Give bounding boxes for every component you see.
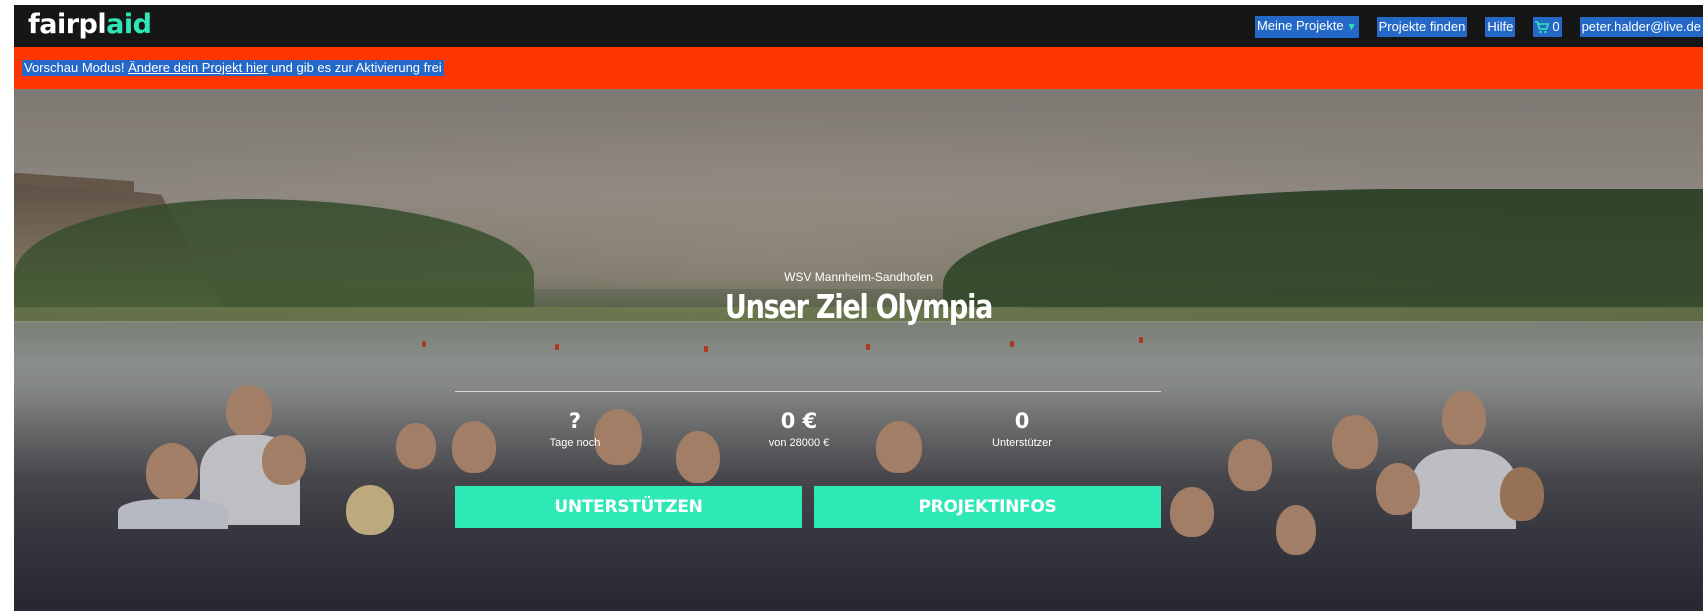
cart-link[interactable]: 0	[1533, 17, 1562, 37]
caret-down-icon: ▼	[1346, 22, 1357, 33]
stat-supporters: 0 Unterstützer	[942, 409, 1102, 449]
stat-supporters-value: 0	[1014, 409, 1030, 433]
stat-days-label: Tage noch	[549, 437, 601, 449]
hero-divider	[455, 391, 1161, 392]
nav-user-email[interactable]: peter.halder@live.de	[1579, 17, 1703, 37]
stat-supporters-label: Unterstützer	[992, 437, 1052, 449]
stat-funding-goal: von 28000 €	[768, 437, 830, 449]
cart-icon	[1535, 20, 1550, 33]
preview-mode-banner: Vorschau Modus! Ändere dein Projekt hier…	[14, 47, 1703, 89]
preview-mode-text: Vorschau Modus! Ändere dein Projekt hier…	[22, 60, 444, 76]
hero-section: WSV Mannheim-Sandhofen Unser Ziel Olympi…	[14, 89, 1703, 611]
project-title: Unser Ziel Olympia	[724, 287, 994, 326]
project-organization: WSV Mannheim-Sandhofen	[784, 270, 933, 284]
top-navigation-bar: fairplaid Meine Projekte ▼ Projekte finde…	[14, 5, 1703, 47]
page: fairplaid Meine Projekte ▼ Projekte finde…	[14, 0, 1703, 611]
stat-funding-value: 0 €	[780, 409, 818, 433]
stat-days-value: ?	[568, 409, 582, 433]
stat-days-left: ? Tage noch	[495, 409, 655, 449]
stat-funding: 0 € von 28000 €	[719, 409, 879, 449]
nav-find-projects[interactable]: Projekte finden	[1376, 17, 1468, 37]
fairplaid-logo[interactable]: fairplaid	[28, 9, 152, 40]
nav-help[interactable]: Hilfe	[1485, 17, 1516, 37]
support-button[interactable]: UNTERSTÜTZEN	[455, 486, 802, 528]
project-info-button[interactable]: PROJEKTINFOS	[814, 486, 1161, 528]
cart-count: 0	[1552, 19, 1560, 34]
nav-menu: Meine Projekte ▼ Projekte finden Hilfe 0 …	[1237, 16, 1703, 38]
hero-overlay	[14, 89, 1703, 611]
nav-my-projects[interactable]: Meine Projekte ▼	[1254, 16, 1359, 38]
edit-project-link[interactable]: Ändere dein Projekt hier	[128, 60, 267, 75]
